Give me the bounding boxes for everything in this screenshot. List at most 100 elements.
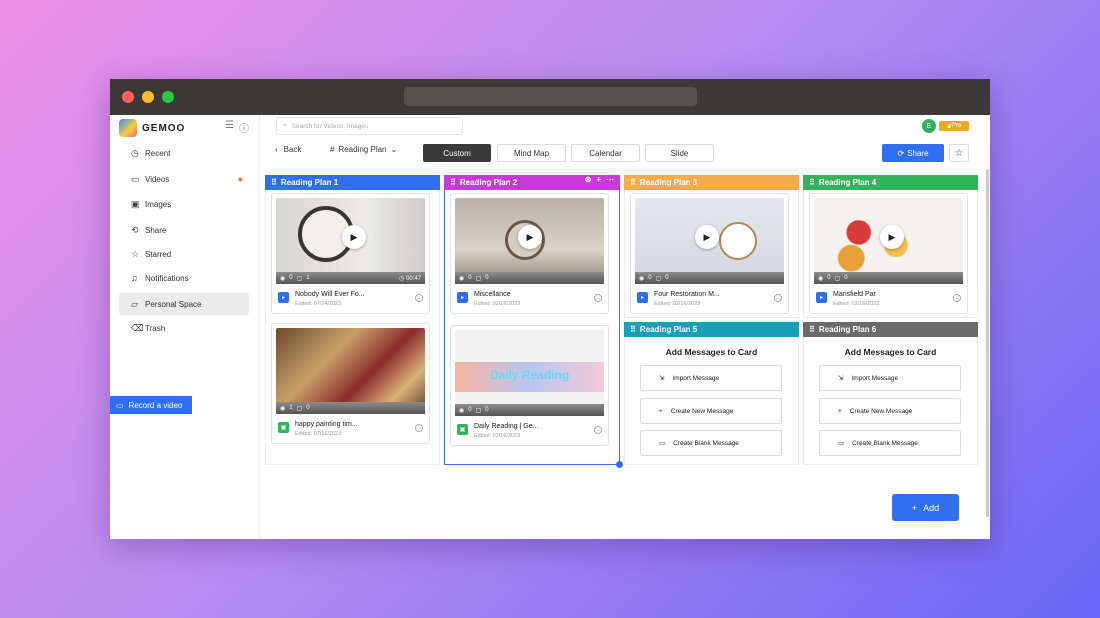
drag-handle-icon[interactable]: ⠿ [809, 178, 815, 187]
import-message-button[interactable]: ⇲ Import Message [640, 365, 782, 391]
create-new-message-button[interactable]: + Create New Message [640, 398, 782, 424]
more-icon[interactable]: … [415, 424, 423, 432]
avatar[interactable]: E [922, 119, 936, 133]
view-count: 0 [289, 275, 293, 281]
tab-mind-map[interactable]: Mind Map [497, 144, 566, 162]
trash-icon: ⌫ [131, 322, 144, 333]
column-header[interactable]: ⠿ Reading Plan 5 [624, 322, 799, 337]
add-button[interactable]: + Add [892, 494, 959, 521]
menu-icon[interactable]: ☰ [225, 120, 234, 131]
image-type-icon: ▣ [457, 424, 468, 435]
more-icon[interactable]: … [594, 426, 602, 434]
plus-icon[interactable]: + [596, 175, 601, 184]
image-type-icon: ▣ [278, 422, 289, 433]
top-bar: ⌕ Search for Videos, Images E ♛ Pro [260, 115, 990, 137]
column-title: Reading Plan 3 [639, 178, 698, 187]
fire-icon: ● [237, 174, 243, 184]
star-icon: ☆ [131, 248, 140, 259]
sidebar-item-label: Recent [145, 148, 171, 158]
more-icon[interactable]: … [774, 294, 782, 302]
record-video-button[interactable]: ▭ Record a video [110, 396, 192, 414]
sidebar-item-notifications[interactable]: ♫ Notifications [119, 267, 249, 289]
blank-message-icon: ▭ [838, 440, 845, 447]
search-input[interactable]: ⌕ Search for Videos, Images [276, 117, 463, 135]
column-header[interactable]: ⠿ Reading Plan 2 ⊛ + ⋯ [444, 175, 620, 190]
minimize-window-button[interactable] [142, 91, 154, 103]
pro-badge[interactable]: ♛ Pro [939, 121, 969, 131]
video-type-icon: ▸ [457, 292, 468, 303]
board-column: ⠿ Reading Plan 5 Add Messages to Card ⇲ Im… [624, 322, 799, 465]
drag-handle-icon[interactable]: ⠿ [630, 325, 636, 334]
create-blank-message-button[interactable]: ▭ Create Blank Message [819, 430, 961, 456]
column-header[interactable]: ⠿ Reading Plan 6 [803, 322, 978, 337]
settings-icon[interactable]: ⊛ [585, 175, 592, 184]
sidebar-item-share[interactable]: ⟲ Share [119, 219, 249, 241]
resize-handle[interactable] [616, 461, 623, 468]
tab-slide[interactable]: Slide [645, 144, 714, 162]
back-button[interactable]: ‹ Back [275, 145, 301, 154]
play-icon[interactable]: ▶ [880, 225, 904, 249]
comment-icon: ▢ [655, 275, 662, 282]
drag-handle-icon[interactable]: ⠿ [271, 178, 277, 187]
column-title: Reading Plan 5 [639, 325, 698, 334]
import-message-button[interactable]: ⇲ Import Message [819, 365, 961, 391]
more-icon[interactable]: … [594, 294, 602, 302]
column-header[interactable]: ⠿ Reading Plan 3 [624, 175, 799, 190]
column-header[interactable]: ⠿ Reading Plan 4 [803, 175, 978, 190]
card-stats: ◉ 0 ▢ 0 [635, 272, 784, 284]
view-count: 0 [827, 275, 831, 281]
sidebar-item-personal-space[interactable]: ▱ Personal Space [119, 293, 249, 315]
tab-calendar[interactable]: Calendar [571, 144, 640, 162]
eye-icon: ◉ [459, 407, 465, 414]
sidebar-item-label: Notifications [145, 273, 189, 283]
folder-icon: ▱ [131, 298, 138, 309]
logo[interactable]: GEMOO [119, 119, 185, 137]
scrollbar[interactable] [986, 169, 989, 517]
drag-handle-icon[interactable]: ⠿ [809, 325, 815, 334]
sidebar-item-label: Personal Space [145, 299, 202, 309]
maximize-window-button[interactable] [162, 91, 174, 103]
more-icon[interactable]: … [953, 294, 961, 302]
plan-selector[interactable]: # Reading Plan ⌄ [330, 145, 397, 154]
board-column: ⠿ Reading Plan 2 ⊛ + ⋯ ▶ ◉ 0 ▢ 0 ▸ Miscellance… [444, 175, 623, 468]
create-new-message-button[interactable]: + Create New Message [819, 398, 961, 424]
comment-count: 1 [306, 275, 310, 281]
create-blank-message-button[interactable]: ▭ Create Blank Message [640, 430, 782, 456]
share-icon: ⟳ [897, 148, 905, 158]
sidebar-item-starred[interactable]: ☆ Starred [119, 243, 249, 265]
tab-custom[interactable]: Custom [423, 144, 491, 162]
video-type-icon: ▸ [637, 292, 648, 303]
address-bar[interactable] [404, 87, 697, 106]
more-icon[interactable]: … [415, 294, 423, 302]
play-icon[interactable]: ▶ [695, 225, 719, 249]
media-card[interactable]: ▶ ◉ 0 ▢ 0 ▸ Miscellance Edited: 02/16/2023 … [450, 193, 609, 314]
record-video-label: Record a video [128, 400, 183, 410]
comment-count: 0 [485, 275, 489, 281]
card-date: Edited: 02/16/2023 [833, 301, 880, 307]
media-card[interactable]: ▶ ◉ 0 ▢ 0 ▸ Mansfield Par Edited: 02/16/202… [809, 193, 968, 314]
media-card[interactable]: Daily Reading ◉ 0 ▢ 0 ▣ Daily Reading | Ge.… [450, 325, 609, 446]
media-card[interactable]: ▶ ◉ 0 ▢ 0 ▸ Four Restoration M... Edited: 0… [630, 193, 789, 314]
column-header[interactable]: ⠿ Reading Plan 1 [265, 175, 440, 190]
sidebar-item-images[interactable]: ▣ Images [119, 193, 249, 215]
sidebar-item-videos[interactable]: ▭ Videos ● [119, 168, 249, 190]
column-title: Reading Plan 6 [818, 325, 877, 334]
drag-handle-icon[interactable]: ⠿ [630, 178, 636, 187]
info-icon[interactable]: ⓘ [239, 120, 249, 135]
search-icon: ⌕ [283, 122, 287, 129]
import-message-label: Import Message [851, 374, 899, 382]
back-label: Back [283, 145, 302, 154]
share-button[interactable]: ⟳ Share [882, 144, 944, 162]
play-icon[interactable]: ▶ [518, 225, 542, 249]
plus-icon: + [911, 502, 918, 513]
star-button[interactable]: ☆ [949, 144, 969, 162]
card-stats: ◉ 0 ▢ 0 [455, 404, 604, 416]
sidebar-item-trash[interactable]: ⌫ Trash [119, 317, 249, 339]
media-card[interactable]: ◉ 1 ▢ 0 ▣ happy painting tim... Edited: 07/… [271, 323, 430, 444]
sidebar-item-recent[interactable]: ◷ Recent [119, 142, 249, 164]
play-icon[interactable]: ▶ [342, 225, 366, 249]
more-icon[interactable]: ⋯ [606, 175, 614, 184]
close-window-button[interactable] [122, 91, 134, 103]
media-card[interactable]: ▶ ◉ 0 ▢ 1 ◷ 00:47 ▸ Nobody Will Ever Fo... E… [271, 193, 430, 314]
drag-handle-icon[interactable]: ⠿ [450, 178, 456, 187]
